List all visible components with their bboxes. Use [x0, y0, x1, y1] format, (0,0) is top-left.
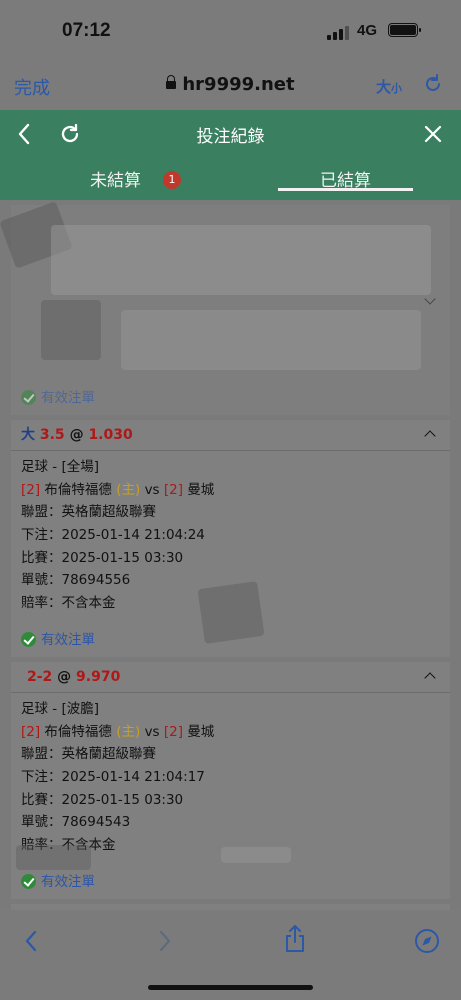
team2-tag: [2] — [163, 723, 184, 740]
text-size-big: 大 — [376, 78, 392, 96]
browser-back-icon[interactable] — [24, 930, 38, 952]
bet-selection: 大 — [21, 427, 35, 443]
browser-reload-icon[interactable] — [422, 73, 444, 95]
vs-label: vs — [144, 723, 160, 740]
bet-placed-time: 下注：2025-01-14 21:04:24 — [21, 527, 205, 544]
text-size-small: 小 — [391, 82, 403, 95]
lock-icon — [166, 75, 177, 89]
bet-teams: [2] 布倫特福德 (主) vs [2] 曼城 — [21, 721, 440, 744]
app-header: 投注紀錄 — [0, 110, 461, 158]
redaction-mark — [16, 845, 91, 870]
bet-card-obscured: 有效注單 — [0, 201, 450, 415]
bet-card-header[interactable]: 大 3.5 @ 1.030 — [11, 420, 450, 451]
bet-ticket-number: 單號：78694543 — [21, 814, 131, 831]
ios-status-bar: 07:12 4G — [0, 0, 461, 62]
network-label: 4G — [357, 22, 378, 39]
home-tag: (主) — [116, 481, 141, 498]
compass-icon[interactable] — [414, 928, 440, 954]
vs-label: vs — [144, 481, 160, 498]
bet-card: 2-2 @ 9.970 足球 - [波膽] [2] 布倫特福德 (主) vs [… — [11, 662, 450, 899]
team1-name: 布倫特福德 — [44, 723, 112, 740]
check-circle-icon — [21, 390, 36, 405]
bet-status: 有效注單 — [21, 873, 95, 891]
browser-forward-icon[interactable] — [158, 930, 172, 952]
home-indicator — [148, 985, 313, 990]
bet-match-time: 比賽：2025-01-15 03:30 — [21, 791, 184, 808]
check-circle-icon — [21, 632, 36, 647]
bet-card-header[interactable]: 2-2 @ 9.970 — [11, 662, 450, 693]
bet-placed-time: 下注：2025-01-14 21:04:17 — [21, 769, 205, 786]
bet-league: 聯盟：英格蘭超級聯賽 — [21, 746, 156, 763]
bet-records-list: 有效注單 大 3.5 @ 1.030 足球 - [全場] [2] 布倫特福德 (… — [0, 200, 461, 910]
chevron-up-icon[interactable] — [424, 672, 436, 684]
bet-status: 有效注單 — [21, 389, 95, 407]
active-tab-indicator — [278, 188, 413, 191]
chevron-down-icon[interactable] — [424, 293, 436, 305]
signal-icon — [327, 26, 351, 40]
check-circle-icon — [21, 874, 36, 889]
redaction-mark — [41, 300, 101, 360]
at-sign: @ — [69, 427, 84, 443]
bet-selection: 2-2 — [27, 669, 53, 685]
bet-odds: 1.030 — [88, 427, 133, 443]
tab-unsettled[interactable]: 未結算 — [90, 166, 141, 191]
team2-name: 曼城 — [187, 723, 215, 740]
team1-tag: [2] — [21, 723, 41, 740]
battery-icon — [388, 23, 421, 37]
team1-tag: [2] — [21, 481, 41, 498]
redaction-mark — [121, 310, 421, 370]
redaction-mark — [51, 225, 431, 295]
close-icon[interactable] — [424, 125, 442, 143]
bet-status: 有效注單 — [21, 631, 95, 649]
tab-bar: 未結算 1 已結算 — [0, 158, 461, 200]
browser-address-bar: 完成 hr9999.net 大小 — [0, 62, 461, 110]
unsettled-count-badge: 1 — [163, 171, 181, 189]
bet-odds: 9.970 — [76, 669, 121, 685]
share-icon[interactable] — [283, 924, 307, 954]
bet-card: 大 3.5 @ 1.030 足球 - [全場] [2] 布倫特福德 (主) vs… — [11, 420, 450, 657]
bet-teams: [2] 布倫特福德 (主) vs [2] 曼城 — [21, 479, 440, 502]
bet-league: 聯盟：英格蘭超級聯賽 — [21, 504, 156, 521]
team2-tag: [2] — [163, 481, 184, 498]
team2-name: 曼城 — [187, 481, 215, 498]
status-time: 07:12 — [62, 20, 111, 41]
redaction-mark — [221, 847, 291, 863]
home-tag: (主) — [116, 723, 141, 740]
chevron-up-icon[interactable] — [424, 430, 436, 442]
redaction-mark — [197, 581, 265, 644]
bet-market: 足球 - [全場] — [21, 459, 99, 475]
bet-market: 足球 - [波膽] — [21, 701, 99, 717]
text-size-button[interactable]: 大小 — [376, 76, 402, 97]
url-text: hr9999.net — [182, 74, 295, 95]
bet-match-time: 比賽：2025-01-15 03:30 — [21, 549, 184, 566]
bet-line: 3.5 — [39, 427, 65, 443]
at-sign: @ — [57, 669, 72, 685]
page-title: 投注紀錄 — [196, 127, 265, 147]
team1-name: 布倫特福德 — [44, 481, 112, 498]
